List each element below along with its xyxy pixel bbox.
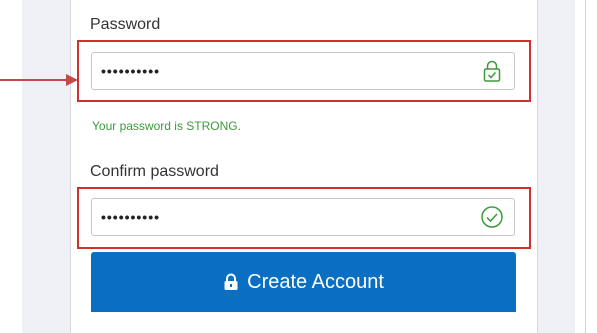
confirm-password-masked-value: •••••••••• (101, 209, 161, 225)
confirm-password-label: Confirm password (90, 163, 219, 180)
check-circle-icon (481, 206, 503, 228)
left-gutter (22, 0, 70, 333)
password-input[interactable]: •••••••••• (91, 52, 515, 90)
lock-icon (224, 273, 238, 290)
create-account-label: Create Account (247, 270, 384, 293)
lock-check-icon (483, 60, 501, 82)
password-masked-value: •••••••••• (101, 63, 161, 79)
confirm-password-input[interactable]: •••••••••• (91, 198, 515, 236)
password-strength-message: Your password is STRONG. (92, 119, 241, 133)
create-account-button[interactable]: Create Account (91, 252, 516, 312)
password-label: Password (90, 16, 161, 33)
page-edge (585, 0, 586, 333)
right-gutter (538, 0, 575, 333)
callout-arrow-icon (0, 74, 78, 86)
